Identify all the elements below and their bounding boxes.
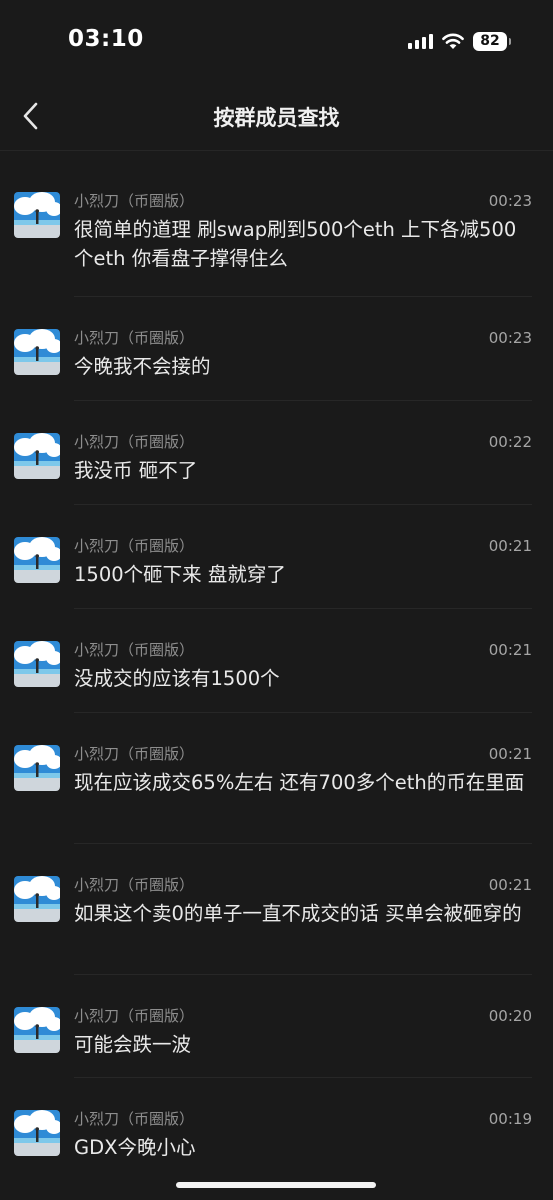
- message-time: 00:23: [488, 329, 532, 347]
- sender-name: 小烈刀（币圈版）: [74, 641, 195, 659]
- message-item[interactable]: 小烈刀（币圈版） 00:20 可能会跌一波: [0, 975, 553, 1078]
- message-time: 00:21: [488, 876, 532, 894]
- message-text: 如果这个卖0的单子一直不成交的话 买单会被砸穿的: [74, 902, 522, 925]
- message-text: 现在应该成交65%左右 还有700多个eth的币在里面: [74, 771, 525, 794]
- sender-name: 小烈刀（币圈版）: [74, 745, 195, 763]
- sender-name: 小烈刀（币圈版）: [74, 433, 195, 451]
- avatar: [14, 192, 60, 238]
- battery-icon: 82: [473, 31, 511, 51]
- message-time: 00:21: [488, 641, 532, 659]
- message-item[interactable]: 小烈刀（币圈版） 00:21 如果这个卖0的单子一直不成交的话 买单会被砸穿的: [0, 844, 553, 975]
- message-time: 00:21: [488, 537, 532, 555]
- avatar: [14, 641, 60, 687]
- navigation-bar: 按群成员查找: [0, 80, 553, 151]
- status-bar: 03:10 82: [0, 0, 553, 80]
- sender-name: 小烈刀（币圈版）: [74, 1007, 195, 1025]
- status-icons: 82: [408, 30, 511, 52]
- sender-name: 小烈刀（币圈版）: [74, 329, 195, 347]
- message-item[interactable]: 小烈刀（币圈版） 00:21 现在应该成交65%左右 还有700多个eth的币在…: [0, 713, 553, 844]
- avatar: [14, 745, 60, 791]
- message-text: 很简单的道理 刷swap刷到500个eth 上下各减500个eth 你看盘子撑得…: [74, 218, 517, 270]
- sender-name: 小烈刀（币圈版）: [74, 537, 195, 555]
- message-text: 没成交的应该有1500个: [74, 667, 280, 690]
- message-text: 可能会跌一波: [74, 1033, 192, 1056]
- message-item[interactable]: 小烈刀（币圈版） 00:22 我没币 砸不了: [0, 401, 553, 505]
- sender-name: 小烈刀（币圈版）: [74, 876, 195, 894]
- status-time: 03:10: [68, 26, 144, 52]
- message-item[interactable]: 小烈刀（币圈版） 00:23 今晚我不会接的: [0, 297, 553, 401]
- cellular-signal-icon: [408, 33, 433, 49]
- sender-name: 小烈刀（币圈版）: [74, 192, 195, 210]
- page-title: 按群成员查找: [213, 106, 340, 130]
- message-text: 我没币 砸不了: [74, 459, 198, 482]
- avatar: [14, 1007, 60, 1053]
- message-item[interactable]: 小烈刀（币圈版） 00:21 没成交的应该有1500个: [0, 609, 553, 713]
- message-time: 00:21: [488, 745, 532, 763]
- message-time: 00:22: [488, 433, 532, 451]
- message-time: 00:20: [488, 1007, 532, 1025]
- message-text: 1500个砸下来 盘就穿了: [74, 563, 286, 586]
- wifi-icon: [442, 33, 464, 49]
- message-time: 00:23: [488, 192, 532, 210]
- message-text: GDX今晚小心: [74, 1136, 196, 1159]
- message-item[interactable]: 小烈刀（币圈版） 00:23 很简单的道理 刷swap刷到500个eth 上下各…: [0, 160, 553, 297]
- avatar: [14, 433, 60, 479]
- avatar: [14, 876, 60, 922]
- message-text: 今晚我不会接的: [74, 355, 211, 378]
- home-indicator[interactable]: [176, 1182, 376, 1188]
- avatar: [14, 537, 60, 583]
- message-item[interactable]: 小烈刀（币圈版） 00:19 GDX今晚小心: [0, 1078, 553, 1182]
- message-time: 00:19: [488, 1110, 532, 1128]
- avatar: [14, 329, 60, 375]
- sender-name: 小烈刀（币圈版）: [74, 1110, 195, 1128]
- message-item[interactable]: 小烈刀（币圈版） 00:21 1500个砸下来 盘就穿了: [0, 505, 553, 609]
- battery-level: 82: [480, 33, 500, 49]
- avatar: [14, 1110, 60, 1156]
